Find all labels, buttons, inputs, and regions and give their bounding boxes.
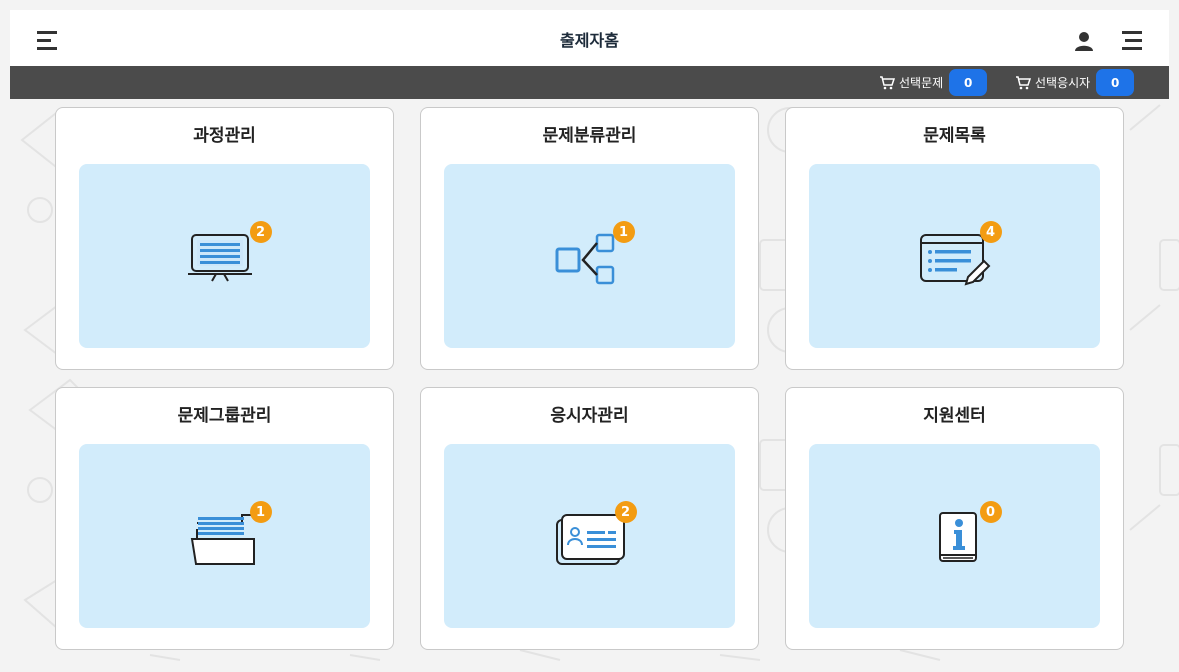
card-support-center[interactable]: 지원센터 0 <box>785 387 1124 650</box>
card-title: 문제분류관리 <box>542 126 637 146</box>
card-panel: 2 <box>444 444 735 628</box>
cart-icon <box>880 75 895 89</box>
card-title: 문제그룹관리 <box>177 406 272 426</box>
card-title: 과정관리 <box>193 126 256 146</box>
selected-questions-label: 선택문제 <box>899 76 944 90</box>
card-course-management[interactable]: 과정관리 2 <box>55 107 394 370</box>
card-title: 문제목록 <box>923 126 986 146</box>
notification-badge: 1 <box>249 501 272 523</box>
user-icon[interactable] <box>1073 30 1095 52</box>
list-edit-icon: 4 <box>910 221 1002 291</box>
card-question-category-management[interactable]: 문제분류관리 1 <box>420 107 759 370</box>
info-book-icon: 0 <box>910 501 1002 571</box>
selected-examinees-label: 선택응시자 <box>1035 76 1091 90</box>
card-panel: 2 <box>79 164 370 348</box>
page-title: 출제자홈 <box>560 31 619 50</box>
hierarchy-icon: 1 <box>545 221 635 291</box>
presentation-board-icon: 2 <box>180 221 272 291</box>
cart-icon <box>1016 75 1031 89</box>
card-title: 응시자관리 <box>550 406 629 426</box>
hamburger-icon[interactable] <box>1122 30 1144 50</box>
card-panel: 1 <box>79 444 370 628</box>
notification-badge: 4 <box>979 221 1002 243</box>
selected-examinees-button[interactable]: 선택응시자 0 <box>1015 69 1135 96</box>
selected-examinees-count: 0 <box>1096 69 1135 96</box>
card-panel: 1 <box>444 164 735 348</box>
selected-questions-count: 0 <box>949 69 988 96</box>
card-question-group-management[interactable]: 문제그룹관리 1 <box>55 387 394 650</box>
card-examinee-management[interactable]: 응시자관리 2 <box>420 387 759 650</box>
open-folder-icon: 1 <box>180 501 272 571</box>
notification-badge: 1 <box>612 221 635 243</box>
card-panel: 4 <box>809 164 1100 348</box>
selected-questions-button[interactable]: 선택문제 0 <box>879 69 988 96</box>
top-header: 출제자홈 <box>10 10 1169 66</box>
selection-bar: 선택문제 0 선택응시자 0 <box>10 66 1169 99</box>
card-question-list[interactable]: 문제목록 4 <box>785 107 1124 370</box>
card-title: 지원센터 <box>923 406 986 426</box>
id-card-icon: 2 <box>545 501 637 571</box>
card-panel: 0 <box>809 444 1100 628</box>
notification-badge: 2 <box>614 501 637 523</box>
notification-badge: 0 <box>979 501 1002 523</box>
notification-badge: 2 <box>249 221 272 243</box>
